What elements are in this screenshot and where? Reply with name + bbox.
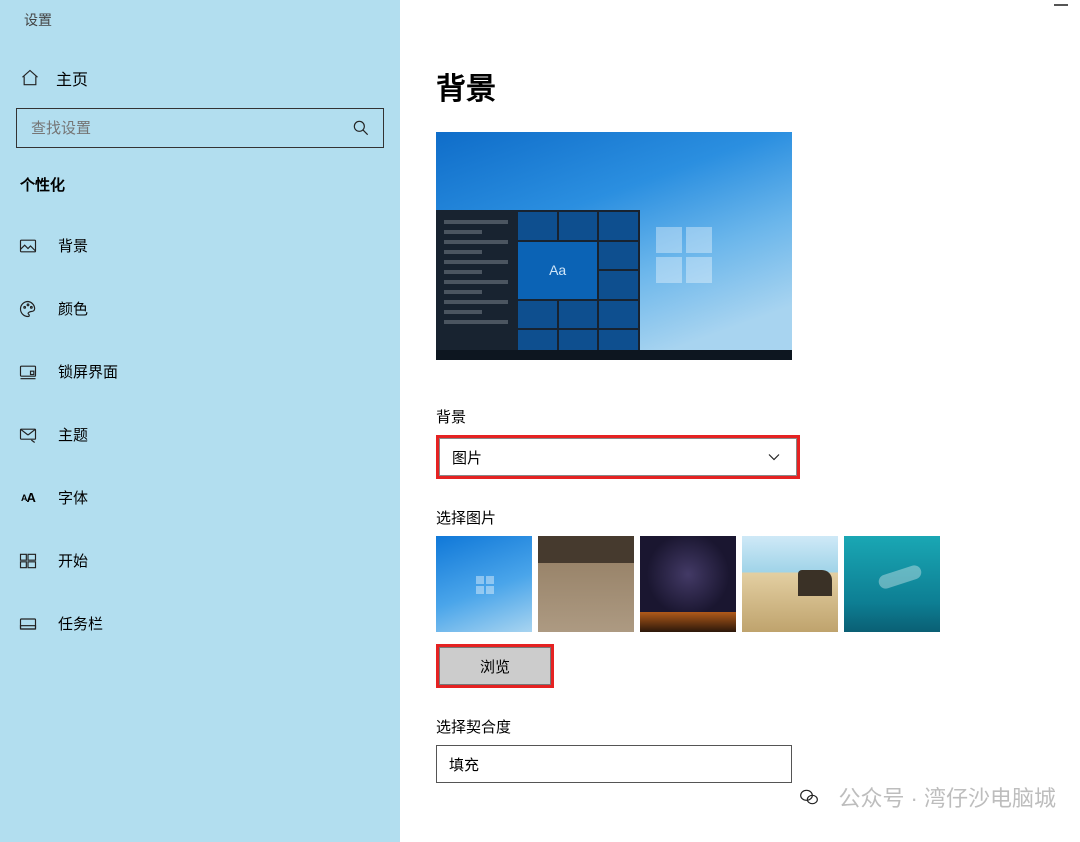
sidebar-item-taskbar[interactable]: 任务栏 [16,613,384,634]
browse-button-label: 浏览 [480,656,510,677]
sidebar-item-label: 任务栏 [58,613,103,634]
window-title: 设置 [24,10,384,30]
main-content: 背景 Aa [400,0,1080,842]
sidebar-item-themes[interactable]: 主题 [16,424,384,445]
picture-thumb-1[interactable] [436,536,532,632]
minimize-icon[interactable] [1054,4,1068,6]
theme-icon [18,425,38,445]
sidebar-item-label: 颜色 [58,298,88,319]
wechat-icon [792,780,826,814]
fit-dropdown-value: 填充 [449,754,479,775]
preview-start-menu: Aa [436,210,640,360]
picture-thumb-5[interactable] [844,536,940,632]
taskbar-icon [18,614,38,634]
start-icon [18,551,38,571]
chevron-down-icon [764,447,784,467]
picture-thumb-2[interactable] [538,536,634,632]
sidebar-item-background[interactable]: 背景 [16,235,384,256]
highlight-box: 图片 [436,435,800,479]
preview-tile-aa: Aa [518,242,597,299]
sidebar-item-colors[interactable]: 颜色 [16,298,384,319]
picture-thumb-3[interactable] [640,536,736,632]
choose-picture-label: 选择图片 [436,507,1080,528]
picture-icon [18,236,38,256]
sidebar-item-label: 锁屏界面 [58,361,118,382]
highlight-box: 浏览 [436,644,554,688]
search-input[interactable] [29,119,333,138]
fit-dropdown-label: 选择契合度 [436,716,1080,737]
palette-icon [18,299,38,319]
sidebar-section-label: 个性化 [16,174,384,195]
sidebar-item-lockscreen[interactable]: 锁屏界面 [16,361,384,382]
font-icon: AA [18,488,38,508]
search-icon [351,118,371,138]
search-input-wrapper[interactable] [16,108,384,148]
sidebar-home[interactable]: 主页 [16,66,384,90]
sidebar-item-label: 字体 [58,487,88,508]
sidebar-home-label: 主页 [56,66,88,90]
sidebar-item-label: 背景 [58,235,88,256]
background-dropdown[interactable]: 图片 [439,438,797,476]
sidebar-item-label: 主题 [58,424,88,445]
page-title: 背景 [436,64,1080,108]
picture-thumbnails [436,536,1080,632]
picture-thumb-4[interactable] [742,536,838,632]
background-dropdown-value: 图片 [452,447,482,468]
sidebar-item-start[interactable]: 开始 [16,550,384,571]
home-icon [20,68,40,88]
watermark-text: 公众号 · 湾仔沙电脑城 [838,781,1056,813]
preview-taskbar [436,350,792,360]
sidebar: 设置 主页 个性化 背景 颜色 [0,0,400,842]
sidebar-item-label: 开始 [58,550,88,571]
background-preview: Aa [436,132,792,360]
sidebar-item-fonts[interactable]: AA 字体 [16,487,384,508]
lockscreen-icon [18,362,38,382]
fit-dropdown[interactable]: 填充 [436,745,792,783]
watermark: 公众号 · 湾仔沙电脑城 [792,780,1056,814]
windows-logo-icon [656,227,712,283]
settings-window: 设置 主页 个性化 背景 颜色 [0,0,1080,842]
background-dropdown-label: 背景 [436,406,1080,427]
browse-button[interactable]: 浏览 [439,647,551,685]
